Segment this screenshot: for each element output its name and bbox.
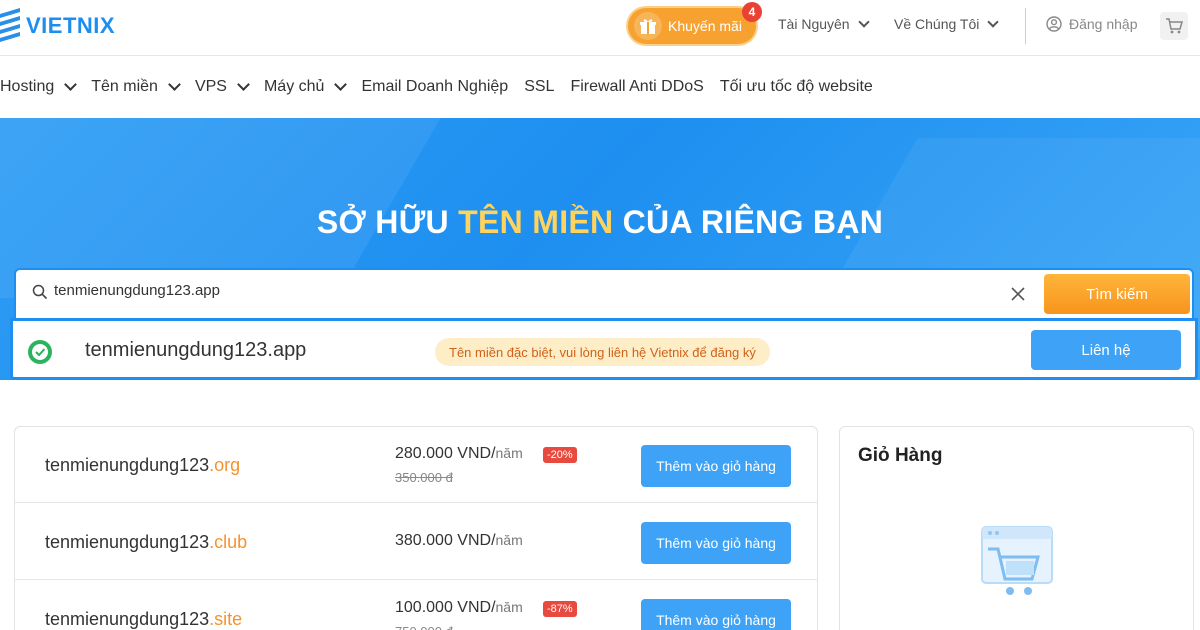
chevron-down-icon xyxy=(64,78,78,91)
nav-item-label: Máy chủ xyxy=(263,78,325,95)
discount-badge: -20% xyxy=(543,447,577,463)
promo-badge: 4 xyxy=(742,2,762,22)
domain-row: tenmienungdung123.site 100.000 VND/năm 750… xyxy=(15,581,817,630)
cart-icon xyxy=(1166,18,1183,34)
search-icon xyxy=(32,284,48,300)
domain-tld: .org xyxy=(209,455,241,475)
nav-item-label: Firewall Anti DDoS xyxy=(570,78,704,95)
chevron-down-icon xyxy=(857,15,870,28)
nav-item-label: SSL xyxy=(524,78,555,95)
cart-panel: Giỏ Hàng xyxy=(839,426,1194,630)
old-price: 750.000 đ xyxy=(395,624,453,630)
result-domain: tenmienungdung123.app xyxy=(85,339,307,361)
price-unit: năm xyxy=(495,532,523,548)
domain-name: tenmienungdung123.site xyxy=(45,609,243,629)
nav-item-label: VPS xyxy=(194,78,227,95)
domain-row: tenmienungdung123.org 280.000 VND/năm 350.… xyxy=(15,427,817,503)
login-link[interactable]: Đăng nhập xyxy=(1046,16,1138,32)
domain-name: tenmienungdung123.club xyxy=(45,532,248,552)
top-bar: VIETNIX Khuyến mãi 4 Tài Nguyên Về Chúng… xyxy=(0,0,1200,56)
logo-text: VIETNIX xyxy=(26,13,116,38)
nav-item-label: Tên miền xyxy=(91,78,158,95)
nav-item-3[interactable]: Máy chủ xyxy=(263,78,348,96)
nav-item-label: Tối ưu tốc độ website xyxy=(719,78,873,95)
cart-button[interactable] xyxy=(1160,12,1188,40)
logo[interactable]: VIETNIX xyxy=(0,6,115,46)
old-price: 350.000 đ xyxy=(395,470,453,485)
divider xyxy=(1025,8,1026,44)
add-to-cart-button[interactable]: Thêm vào giỏ hàng xyxy=(641,522,791,564)
add-to-cart-button[interactable]: Thêm vào giỏ hàng xyxy=(641,445,791,487)
promo-label: Khuyến mãi xyxy=(668,18,742,34)
domain-tld: .site xyxy=(209,609,243,629)
close-icon[interactable] xyxy=(1008,284,1028,304)
chevron-down-icon xyxy=(987,15,1000,28)
contact-button[interactable]: Liên hệ xyxy=(1031,330,1181,370)
domain-name: tenmienungdung123.org xyxy=(45,455,241,475)
cart-title: Giỏ Hàng xyxy=(858,445,943,466)
discount-badge: -87% xyxy=(543,601,577,617)
search-button[interactable]: Tìm kiếm xyxy=(1044,274,1190,314)
search-result: tenmienungdung123.app Tên miền đặc biệt,… xyxy=(10,318,1198,380)
search-box: Tìm kiếm xyxy=(14,268,1194,318)
domain-row: tenmienungdung123.club 380.000 VND/năm Thê… xyxy=(15,504,817,580)
logo-mark-icon xyxy=(0,8,20,42)
resources-label: Tài Nguyên xyxy=(778,16,850,32)
nav-item-label: Email Doanh Nghiệp xyxy=(361,78,509,95)
domain-price: 280.000 VND/năm xyxy=(395,445,523,462)
price-unit: năm xyxy=(495,445,523,461)
domain-price: 100.000 VND/năm xyxy=(395,599,523,616)
login-label: Đăng nhập xyxy=(1069,16,1138,32)
nav-item-5[interactable]: SSL xyxy=(524,78,554,96)
nav-item-0[interactable]: Hosting xyxy=(0,78,78,96)
domain-list: tenmienungdung123.org 280.000 VND/năm 350.… xyxy=(14,426,818,630)
chevron-down-icon xyxy=(168,78,181,91)
chevron-down-icon xyxy=(237,78,250,91)
price-unit: năm xyxy=(495,599,523,615)
nav-item-4[interactable]: Email Doanh Nghiệp xyxy=(361,78,508,96)
main-nav: Hosting Tên miền VPS Máy chủ Email Doanh Ngh… xyxy=(0,56,1200,118)
nav-item-1[interactable]: Tên miền xyxy=(91,78,181,96)
hero-title-highlight: TÊN MIỀN xyxy=(458,204,614,240)
hero-title: SỞ HỮU TÊN MIỀN CỦA RIÊNG BẠN xyxy=(316,204,884,240)
nav-item-2[interactable]: VPS xyxy=(194,78,250,96)
nav-item-7[interactable]: Tối ưu tốc độ website xyxy=(720,78,873,96)
about-label: Về Chúng Tôi xyxy=(894,16,980,32)
result-note: Tên miền đặc biệt, vui lòng liên hệ Viet… xyxy=(435,338,770,366)
user-icon xyxy=(1046,16,1062,32)
nav-item-6[interactable]: Firewall Anti DDoS xyxy=(570,78,703,96)
add-to-cart-button[interactable]: Thêm vào giỏ hàng xyxy=(641,599,791,630)
about-menu[interactable]: Về Chúng Tôi xyxy=(894,15,1000,32)
domain-tld: .club xyxy=(209,532,248,552)
search-input[interactable] xyxy=(54,282,954,299)
domain-price: 380.000 VND/năm xyxy=(395,532,523,549)
gift-icon xyxy=(634,12,662,40)
resources-menu[interactable]: Tài Nguyên xyxy=(778,15,870,32)
empty-cart-icon xyxy=(981,526,1053,595)
nav-item-label: Hosting xyxy=(0,78,55,95)
promo-button[interactable]: Khuyến mãi 4 xyxy=(628,2,762,44)
chevron-down-icon xyxy=(334,78,348,91)
check-circle-icon xyxy=(28,340,52,364)
